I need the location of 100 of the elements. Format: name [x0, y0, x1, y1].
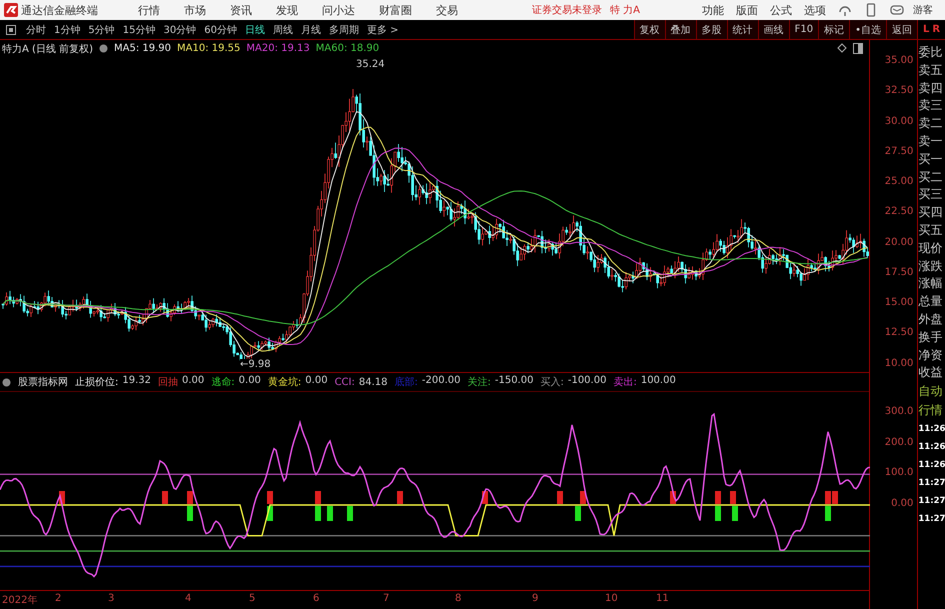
- quote-label: 卖四: [918, 80, 942, 97]
- date-label: 5: [249, 593, 256, 604]
- menu-item[interactable]: 选项: [804, 2, 826, 18]
- indicator-label: 关注:: [467, 376, 491, 389]
- chart-title: 特力A (日线 前复权): [2, 42, 94, 56]
- period-tab[interactable]: 周线: [268, 22, 297, 36]
- square-icon[interactable]: [6, 24, 16, 34]
- ma-value: MA20: 19.13: [246, 43, 310, 54]
- quote-label: 委比: [918, 44, 942, 61]
- indicator-value: -150.00: [494, 375, 534, 388]
- stock-name: 特 力A: [610, 4, 640, 17]
- date-label: 8: [455, 593, 462, 604]
- date-label: 9: [532, 593, 538, 604]
- quote-label: 涨幅: [918, 275, 942, 292]
- menu-item[interactable]: 财富圈: [379, 2, 412, 18]
- price-tick: 20.00: [884, 236, 914, 248]
- tool-button[interactable]: 多股: [696, 20, 727, 39]
- price-tick: 35.00: [884, 55, 914, 66]
- tool-button[interactable]: 画线: [758, 20, 789, 39]
- period-tab[interactable]: 多周期: [324, 22, 363, 36]
- indicator-label: 黄金坑:: [268, 376, 302, 389]
- period-tab[interactable]: 1分钟: [50, 22, 84, 36]
- quote-label: 买三: [918, 186, 942, 204]
- date-label: 11: [656, 593, 669, 604]
- period-tab[interactable]: 60分钟: [200, 22, 241, 36]
- tool-button[interactable]: 标记: [818, 20, 850, 39]
- quote-label: 涨跌: [918, 258, 942, 275]
- date-label: 2: [55, 593, 62, 604]
- menu-item[interactable]: 问小达: [322, 2, 355, 18]
- tool-button[interactable]: 返回: [886, 20, 917, 39]
- indicator-value: 0.00: [182, 375, 204, 388]
- indicator-label: 卖出:: [613, 376, 637, 389]
- date-label: 10: [605, 593, 618, 604]
- trade-time: 11:26: [918, 423, 945, 436]
- period-tab[interactable]: 分时: [22, 22, 50, 36]
- quote-mode-label[interactable]: 自动: [918, 382, 942, 402]
- price-tick: 30.00: [884, 116, 914, 126]
- date-label: 4: [185, 593, 192, 604]
- ma-value: MA60: 18.90: [316, 43, 380, 54]
- corner-label[interactable]: R: [932, 24, 940, 35]
- menu-item[interactable]: 发现: [276, 2, 298, 18]
- panel-icon[interactable]: [853, 43, 863, 54]
- indicator-value: -200.00: [422, 375, 460, 388]
- period-tab[interactable]: 更多 >: [362, 22, 403, 36]
- menu-item[interactable]: 交易: [436, 2, 458, 18]
- trade-time: 11:26: [918, 441, 945, 454]
- quote-label: 卖一: [918, 132, 942, 150]
- ma-value: MA5: 19.90: [114, 43, 172, 54]
- quote-label: 卖二: [918, 115, 942, 132]
- price-tick: 27.50: [884, 146, 914, 157]
- indicator-tick: 200.0: [884, 436, 914, 448]
- indicator-tick: 100.0: [884, 467, 914, 478]
- indicator-name: 股票指标网: [18, 376, 68, 389]
- app-title: 通达信金融终端: [21, 2, 98, 18]
- mail-icon[interactable]: [890, 3, 904, 17]
- price-tick: 22.50: [884, 206, 914, 218]
- date-label: 7: [383, 593, 390, 604]
- price-tick: 17.50: [884, 266, 914, 278]
- indicator-label: 底部:: [394, 376, 418, 389]
- indicator-label: 止损价位:: [75, 376, 118, 389]
- menu-item[interactable]: 功能: [702, 2, 724, 18]
- period-tab[interactable]: 15分钟: [118, 22, 160, 36]
- quote-label: 卖三: [918, 97, 942, 114]
- menu-item[interactable]: 市场: [184, 2, 206, 18]
- user-label[interactable]: 游客: [913, 3, 933, 17]
- indicator-value: 0.00: [305, 375, 328, 388]
- period-tab[interactable]: 30分钟: [159, 22, 200, 36]
- menu-item[interactable]: 版面: [736, 2, 758, 18]
- trade-time: 11:27: [918, 513, 945, 526]
- indicator-label: 逃命:: [211, 376, 235, 389]
- price-tick: 15.00: [884, 297, 914, 308]
- high-price-label: 35.24: [356, 59, 385, 70]
- date-label: 6: [313, 593, 320, 604]
- quote-label: 买一: [918, 150, 942, 168]
- quote-label: 买五: [918, 222, 942, 239]
- price-tick: 12.50: [884, 327, 914, 338]
- indicator-label: 买入:: [540, 376, 564, 389]
- tool-button[interactable]: 叠加: [664, 20, 696, 39]
- menu-item[interactable]: 资讯: [230, 2, 252, 18]
- tool-button[interactable]: 统计: [726, 20, 758, 39]
- period-tab[interactable]: 月线: [296, 22, 325, 36]
- menu-item[interactable]: 公式: [770, 2, 792, 18]
- indicator-value: 19.32: [122, 375, 152, 388]
- tool-button[interactable]: 复权: [634, 20, 665, 39]
- corner-label[interactable]: L: [922, 24, 930, 35]
- menu-item[interactable]: 行情: [138, 2, 160, 18]
- diamond-icon[interactable]: [837, 43, 847, 53]
- quote-label: 总量: [918, 293, 942, 310]
- period-tab[interactable]: 5分钟: [84, 22, 119, 36]
- login-notice[interactable]: 证券交易未登录: [532, 3, 602, 17]
- price-tick: 10.00: [884, 358, 914, 368]
- quote-label: 收益: [918, 364, 942, 382]
- period-tab[interactable]: 日线: [240, 22, 269, 36]
- quote-mode-label[interactable]: 行情: [918, 401, 942, 420]
- date-label: 3: [108, 593, 114, 604]
- indicator-value: 100.00: [640, 375, 676, 388]
- tool-button[interactable]: •自选: [849, 20, 886, 39]
- quote-label: 现价: [918, 240, 942, 257]
- indicator-label: CCI:: [334, 376, 355, 388]
- tool-button[interactable]: F10: [788, 20, 818, 39]
